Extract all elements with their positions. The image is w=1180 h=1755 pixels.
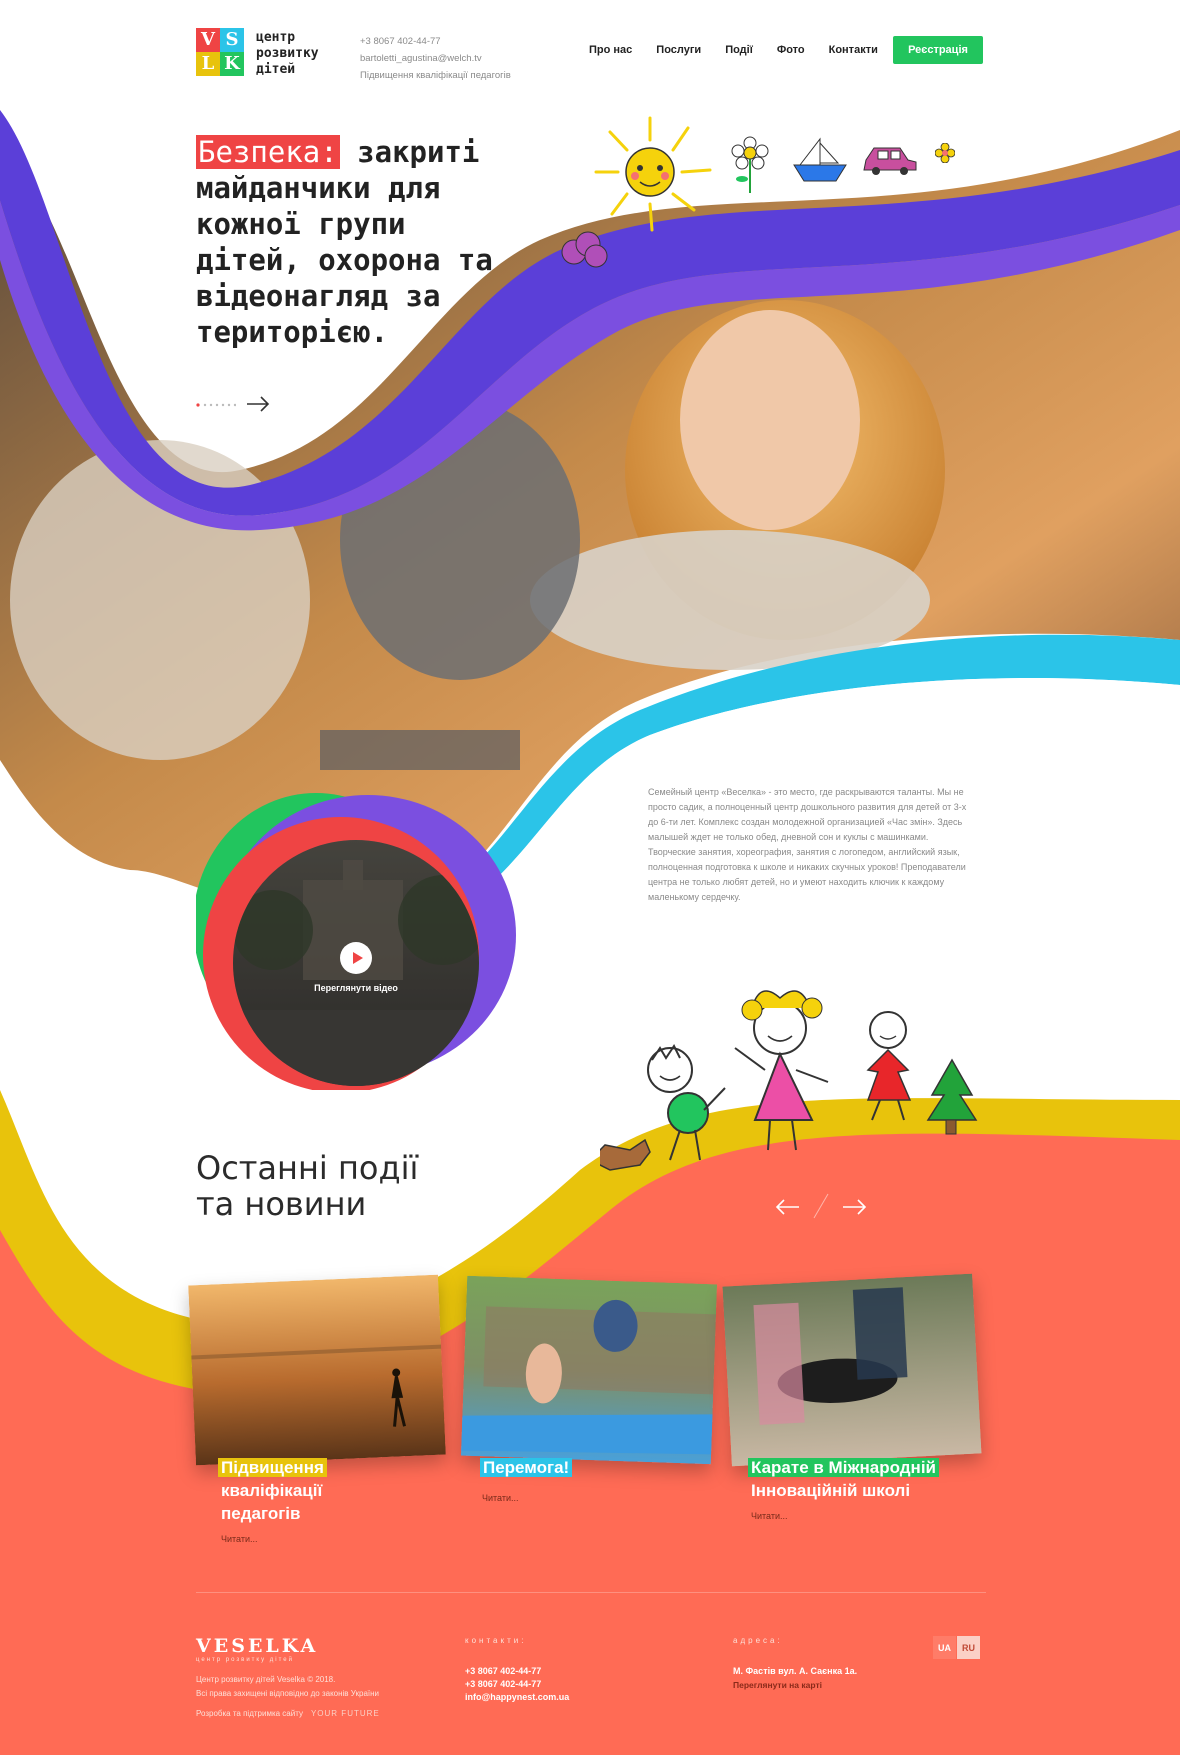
footer-phone[interactable]: +3 8067 402-44-77 xyxy=(465,1678,569,1691)
main-nav: Про нас Послуги Події Фото Контакти xyxy=(589,44,878,56)
flower-doodle xyxy=(731,136,769,193)
event-card-title[interactable]: Перемога! xyxy=(480,1456,680,1479)
logo-tiles: V S L K xyxy=(196,28,252,84)
arrow-right-icon[interactable] xyxy=(246,395,270,413)
event-card-image[interactable] xyxy=(460,1275,718,1465)
register-button[interactable]: Реєстрація xyxy=(893,36,983,64)
events-title-line: та новини xyxy=(196,1185,367,1223)
nav-about[interactable]: Про нас xyxy=(589,44,632,56)
event-card-title-line: педагогів xyxy=(221,1504,301,1523)
header-contacts: +3 8067 402-44-77 bartoletti_agustina@we… xyxy=(360,33,511,84)
events-title-line: Останні події xyxy=(196,1149,419,1187)
event-card-title-line: Підвищення xyxy=(218,1458,327,1477)
logo-tile: S xyxy=(220,28,244,52)
logo-text-line: дітей xyxy=(256,62,296,77)
footer-dev: Розробка та підтримка сайту YOUR FUTURE xyxy=(196,1707,456,1721)
event-card-image[interactable] xyxy=(722,1273,982,1467)
footer-logo-sub: центр розвитку дітей xyxy=(196,1657,294,1663)
kids-doodle xyxy=(600,990,978,1171)
event-card-title-line: кваліфікації xyxy=(221,1481,323,1500)
event-card-title[interactable]: Підвищення кваліфікації педагогів xyxy=(218,1456,418,1525)
footer-divider xyxy=(196,1592,986,1593)
header-email[interactable]: bartoletti_agustina@welch.tv xyxy=(360,50,511,67)
swing-photo xyxy=(722,1273,982,1467)
footer-logo-text: VESELKA xyxy=(196,1635,319,1657)
header-tagline[interactable]: Підвищення кваліфікації педагогів xyxy=(360,67,511,84)
header-phone[interactable]: +3 8067 402-44-77 xyxy=(360,33,511,50)
arrow-right-icon[interactable] xyxy=(842,1197,868,1217)
map-link[interactable]: Переглянути на карті xyxy=(733,1680,822,1690)
read-more-link[interactable]: Читати... xyxy=(751,1511,788,1521)
hero-title-highlight: Безпека: xyxy=(196,135,340,169)
play-button[interactable] xyxy=(340,942,372,974)
beach-photo xyxy=(188,1274,446,1466)
play-icon xyxy=(353,952,363,964)
hero-title: Безпека: закриті майданчики для кожної г… xyxy=(196,134,496,350)
nav-events[interactable]: Події xyxy=(725,44,753,56)
arrow-divider xyxy=(813,1193,829,1219)
dev-brand-link[interactable]: YOUR FUTURE xyxy=(311,1707,380,1721)
arrow-left-icon[interactable] xyxy=(774,1197,800,1217)
event-card-title-line: Інноваційній школі xyxy=(751,1481,911,1500)
event-card-title-line: Карате в Міжнародній xyxy=(748,1458,939,1477)
boat-doodle xyxy=(793,137,847,182)
read-more-link[interactable]: Читати... xyxy=(221,1534,258,1544)
copyright-text: Центр розвитку дітей Veselka © 2018. xyxy=(196,1675,336,1684)
footer-contacts: +3 8067 402-44-77 +3 8067 402-44-77 info… xyxy=(465,1665,569,1704)
video-label[interactable]: Переглянути відео xyxy=(305,983,407,993)
logo-text-line: розвитку xyxy=(256,46,319,61)
lang-ru-button[interactable]: RU xyxy=(957,1636,980,1659)
footer-logo[interactable]: VESELKA центр розвитку дітей xyxy=(196,1636,332,1666)
sun-doodle xyxy=(594,116,712,232)
dev-text: Розробка та підтримка сайту xyxy=(196,1709,303,1718)
footer-contacts-heading: контакти: xyxy=(465,1636,527,1645)
logo-tile: V xyxy=(196,28,220,52)
read-more-link[interactable]: Читати... xyxy=(482,1493,519,1503)
pool-photo xyxy=(460,1275,718,1465)
event-card-title[interactable]: Карате в Міжнародній Інноваційній школі xyxy=(748,1456,988,1502)
events-title: Останні події та новини xyxy=(196,1150,418,1222)
footer-address: М. Фастів вул. А. Саєнка 1а. xyxy=(733,1666,858,1676)
logo-tile: L xyxy=(196,52,220,76)
car-doodle xyxy=(863,147,917,175)
nav-contacts[interactable]: Контакти xyxy=(829,44,878,56)
logo-text-line: центр xyxy=(256,30,296,45)
footer-email[interactable]: info@happynest.com.ua xyxy=(465,1691,569,1704)
nav-services[interactable]: Послуги xyxy=(656,44,701,56)
about-text: Семейный центр «Веселка» - это место, гд… xyxy=(648,787,967,902)
rights-text: Всі права захищені відповідно до законів… xyxy=(196,1689,379,1698)
logo-text: центр розвитку дітей xyxy=(256,30,319,78)
slider-dots[interactable] xyxy=(196,403,236,407)
nav-photo[interactable]: Фото xyxy=(777,44,805,56)
logo[interactable]: V S L K центр розвитку дітей xyxy=(196,28,346,86)
event-card-image[interactable] xyxy=(188,1274,446,1466)
event-card-title-line: Перемога! xyxy=(480,1458,573,1477)
footer-address-heading: адреса: xyxy=(733,1636,783,1645)
lang-ua-button[interactable]: UA xyxy=(933,1636,956,1659)
footer-phone[interactable]: +3 8067 402-44-77 xyxy=(465,1665,569,1678)
cloud-doodle xyxy=(561,231,608,268)
footer-copyright: Центр розвитку дітей Veselka © 2018. Всі… xyxy=(196,1673,416,1701)
small-flower-doodle xyxy=(935,143,955,163)
logo-tile: K xyxy=(220,52,244,76)
